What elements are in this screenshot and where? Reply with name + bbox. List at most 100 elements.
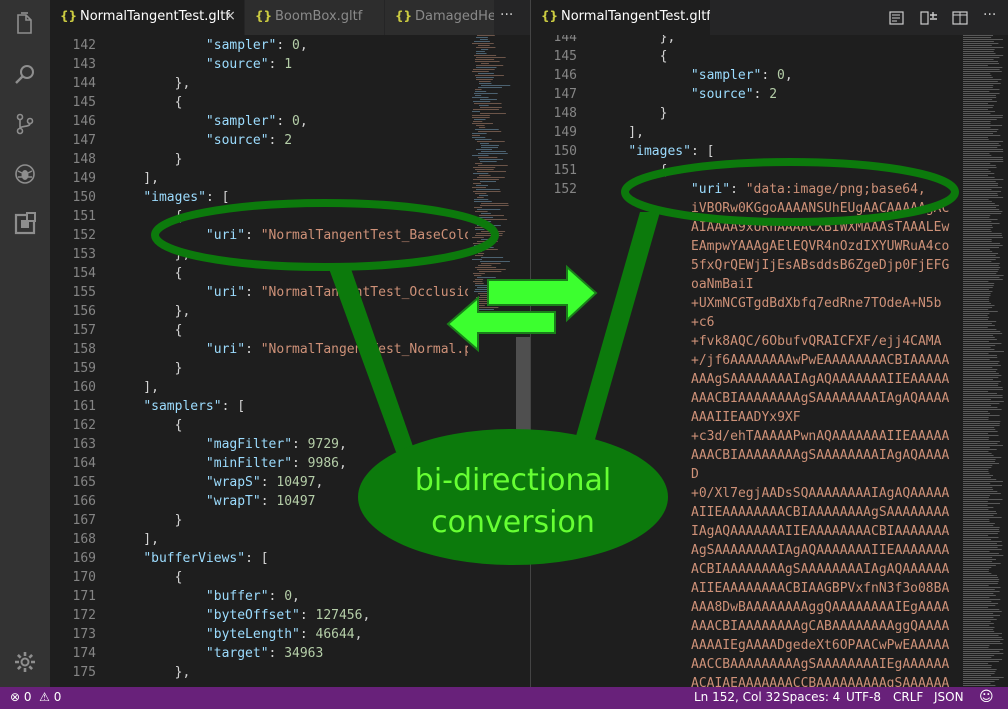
code-line[interactable]: "images": [ [112, 188, 229, 207]
debug-icon[interactable] [13, 162, 37, 186]
gear-icon[interactable] [13, 650, 37, 674]
indentation[interactable]: Spaces: 4 [782, 690, 840, 704]
code-line[interactable]: "byteOffset": 127456, [112, 606, 370, 625]
code-line[interactable]: { [597, 161, 668, 180]
left-scrollbar[interactable] [516, 35, 530, 687]
right-minimap[interactable] [961, 35, 1008, 687]
wrapped-base64-line[interactable]: AACCBAAAAAAAAAgSAAAAAAAAIEgAAAAAA [691, 655, 949, 674]
code-line[interactable]: }, [112, 245, 191, 264]
code-line[interactable]: "uri": "NormalTangentTest_BaseColor.png" [112, 226, 468, 245]
code-line[interactable]: }, [112, 302, 191, 321]
code-line[interactable]: "buffer": 0, [112, 587, 300, 606]
source-control-icon[interactable] [13, 112, 37, 136]
left-editor[interactable]: 142 143 144 145 146 147 148 149 150 151 152 153 154 1… [50, 35, 468, 687]
scrollbar-thumb[interactable] [516, 337, 530, 461]
code-line[interactable]: "bufferViews": [ [112, 549, 268, 568]
wrapped-base64-line[interactable]: +fvk8AQC/6ObufvQRAICFXF/ejj4CAMA [691, 332, 941, 351]
code-line[interactable]: "source": 1 [112, 55, 292, 74]
code-line[interactable]: } [112, 150, 183, 169]
wrapped-base64-line[interactable]: AIIEAAAAAAAACBIAAAAAAAAgSAAAAAAAA [691, 503, 949, 522]
code-line[interactable]: } [597, 104, 668, 123]
code-line[interactable]: } [112, 359, 183, 378]
wrapped-base64-line[interactable]: +0/Xl7egjAADsSQAAAAAAAAIAgAQAAAAA [691, 484, 949, 503]
code-line[interactable]: ], [112, 530, 159, 549]
code-line[interactable]: { [112, 568, 183, 587]
wrapped-base64-line[interactable]: AAAAIEgAAAADgedeXt6OPAACwPwEAAAAA [691, 636, 949, 655]
language-mode[interactable]: JSON [934, 690, 964, 704]
code-line[interactable]: "minFilter": 9986, [112, 454, 347, 473]
extensions-icon[interactable] [13, 212, 37, 236]
wrapped-base64-line[interactable]: iVBORw0KGgoAAAANSUhEUgAACAAAAAgAC [691, 199, 949, 218]
right-editor[interactable]: 144 145 146 147 148 149 150 151 152 }, { "sample… [531, 35, 961, 687]
wrapped-base64-line[interactable]: 5fxQrQEWjIjEsABsddsB6ZgeDjp0FjEFG [691, 256, 949, 275]
wrapped-base64-line[interactable]: AAACBIAAAAAAAAgSAAAAAAAAIAgAQAAAA [691, 389, 949, 408]
wrapped-base64-line[interactable]: +c6 [691, 313, 714, 332]
code-line[interactable]: { [112, 264, 183, 283]
wrapped-base64-line[interactable]: AAAgSAAAAAAAAIAgAQAAAAAAAIIEAAAAA [691, 370, 949, 389]
more-icon[interactable]: ··· [983, 7, 996, 23]
wrapped-base64-line[interactable]: EAmpwYAAAgAElEQVR4nOzdIXYUWRuA4co [691, 237, 949, 256]
code-line[interactable]: "uri": "NormalTangentTest_OcclusionRough… [112, 283, 468, 302]
code-line[interactable]: ], [112, 169, 159, 188]
code-line[interactable]: "uri": "NormalTangentTest_Normal.png" [112, 340, 468, 359]
line-number: 145 [72, 95, 96, 110]
code-line[interactable]: "sampler": 0, [597, 66, 793, 85]
wrapped-base64-line[interactable]: +/jf6AAAAAAAAwPwEAAAAAAAACBIAAAAA [691, 351, 949, 370]
search-icon[interactable] [13, 62, 37, 86]
tab-boombox[interactable]: {} BoomBox.gltf [245, 0, 385, 35]
code-line[interactable]: "images": [ [597, 142, 714, 161]
wrapped-base64-line[interactable]: AgSAAAAAAAAIAgAQAAAAAAAIIEAAAAAAA [691, 541, 949, 560]
files-icon[interactable] [13, 12, 37, 36]
wrapped-base64-line[interactable]: IAgAQAAAAAAAIIEAAAAAAAACBIAAAAAAA [691, 522, 949, 541]
code-line[interactable]: ], [597, 123, 644, 142]
code-line[interactable]: "byteLength": 46644, [112, 625, 363, 644]
wrapped-base64-line[interactable]: AAAIIEAADYx9XF [691, 408, 801, 427]
split-editor-icon[interactable] [952, 10, 968, 25]
cursor-position[interactable]: Ln 152, Col 32 [694, 690, 781, 704]
wrapped-base64-line[interactable]: ACAIAEAAAAAAACCBAAAAAAAAAgSAAAAAA [691, 674, 949, 687]
code-line[interactable]: "wrapS": 10497, [112, 473, 323, 492]
wrapped-base64-line[interactable]: AIIEAAAAAAAACBIAAGBPVxfnN3f3o08BA [691, 579, 949, 598]
code-line[interactable]: "source": 2 [112, 131, 292, 150]
open-preview-icon[interactable] [889, 10, 905, 25]
code-line[interactable]: { [112, 93, 183, 112]
code-line[interactable]: "uri": "data:image/png;base64, [597, 180, 926, 199]
more-actions-icon[interactable]: ··· [500, 7, 513, 23]
code-line[interactable]: }, [112, 663, 191, 682]
code-token: 0 [292, 38, 300, 53]
code-line[interactable]: "target": 34963 [112, 644, 323, 663]
feedback-smiley-icon[interactable]: ☺ [979, 689, 994, 705]
code-line[interactable]: "samplers": [ [112, 397, 245, 416]
tab-normaltangenttest-right[interactable]: {} NormalTangentTest.gltf [531, 0, 711, 35]
code-line[interactable]: "wrapT": 10497 [112, 492, 316, 511]
code-line[interactable]: ], [112, 378, 159, 397]
code-line[interactable]: } [112, 511, 183, 530]
close-icon[interactable]: × [224, 8, 236, 24]
wrapped-base64-line[interactable]: +c3d/ehTAAAAAPwnAQAAAAAAAIIEAAAAA [691, 427, 949, 446]
tab-damagedhelmet[interactable]: {} DamagedHel [385, 0, 495, 35]
compare-icon[interactable] [920, 10, 938, 25]
wrapped-base64-line[interactable]: AAACBIAAAAAAAAgCABAAAAAAAAggQAAAA [691, 617, 949, 636]
wrapped-base64-line[interactable]: AAA8DwBAAAAAAAAggQAAAAAAAAIEgAAAA [691, 598, 949, 617]
wrapped-base64-line[interactable]: oaNmBaiI [691, 275, 754, 294]
encoding[interactable]: UTF-8 [846, 690, 881, 704]
code-line[interactable]: "magFilter": 9729, [112, 435, 347, 454]
tab-normaltangenttest-left[interactable]: {} NormalTangentTest.gltf × [50, 0, 245, 35]
wrapped-base64-line[interactable]: +UXmNCGTgdBdXbfq7edRne7TOdeA+N5b [691, 294, 941, 313]
code-line[interactable]: { [112, 416, 183, 435]
code-line[interactable]: "source": 2 [597, 85, 777, 104]
code-line[interactable]: { [112, 321, 183, 340]
code-line[interactable]: { [597, 47, 668, 66]
code-line[interactable]: }, [112, 74, 191, 93]
wrapped-base64-line[interactable]: D [691, 465, 699, 484]
wrapped-base64-line[interactable]: AIAAAA9xURnAAAACXBIWXMAAAsTAAALEw [691, 218, 949, 237]
code-line[interactable]: "sampler": 0, [112, 112, 308, 131]
errors-indicator[interactable]: ⊗ 0 ⚠ 0 [10, 690, 61, 704]
wrapped-base64-line[interactable]: ACBIAAAAAAAAgSAAAAAAAAIAgAQAAAAAA [691, 560, 949, 579]
code-line[interactable]: }, [597, 35, 676, 47]
end-of-line[interactable]: CRLF [893, 690, 923, 704]
left-minimap[interactable] [468, 35, 516, 687]
wrapped-base64-line[interactable]: AAACBIAAAAAAAAgSAAAAAAAAIAgAQAAAA [691, 446, 949, 465]
code-line[interactable]: { [112, 207, 183, 226]
code-line[interactable]: "sampler": 0, [112, 36, 308, 55]
